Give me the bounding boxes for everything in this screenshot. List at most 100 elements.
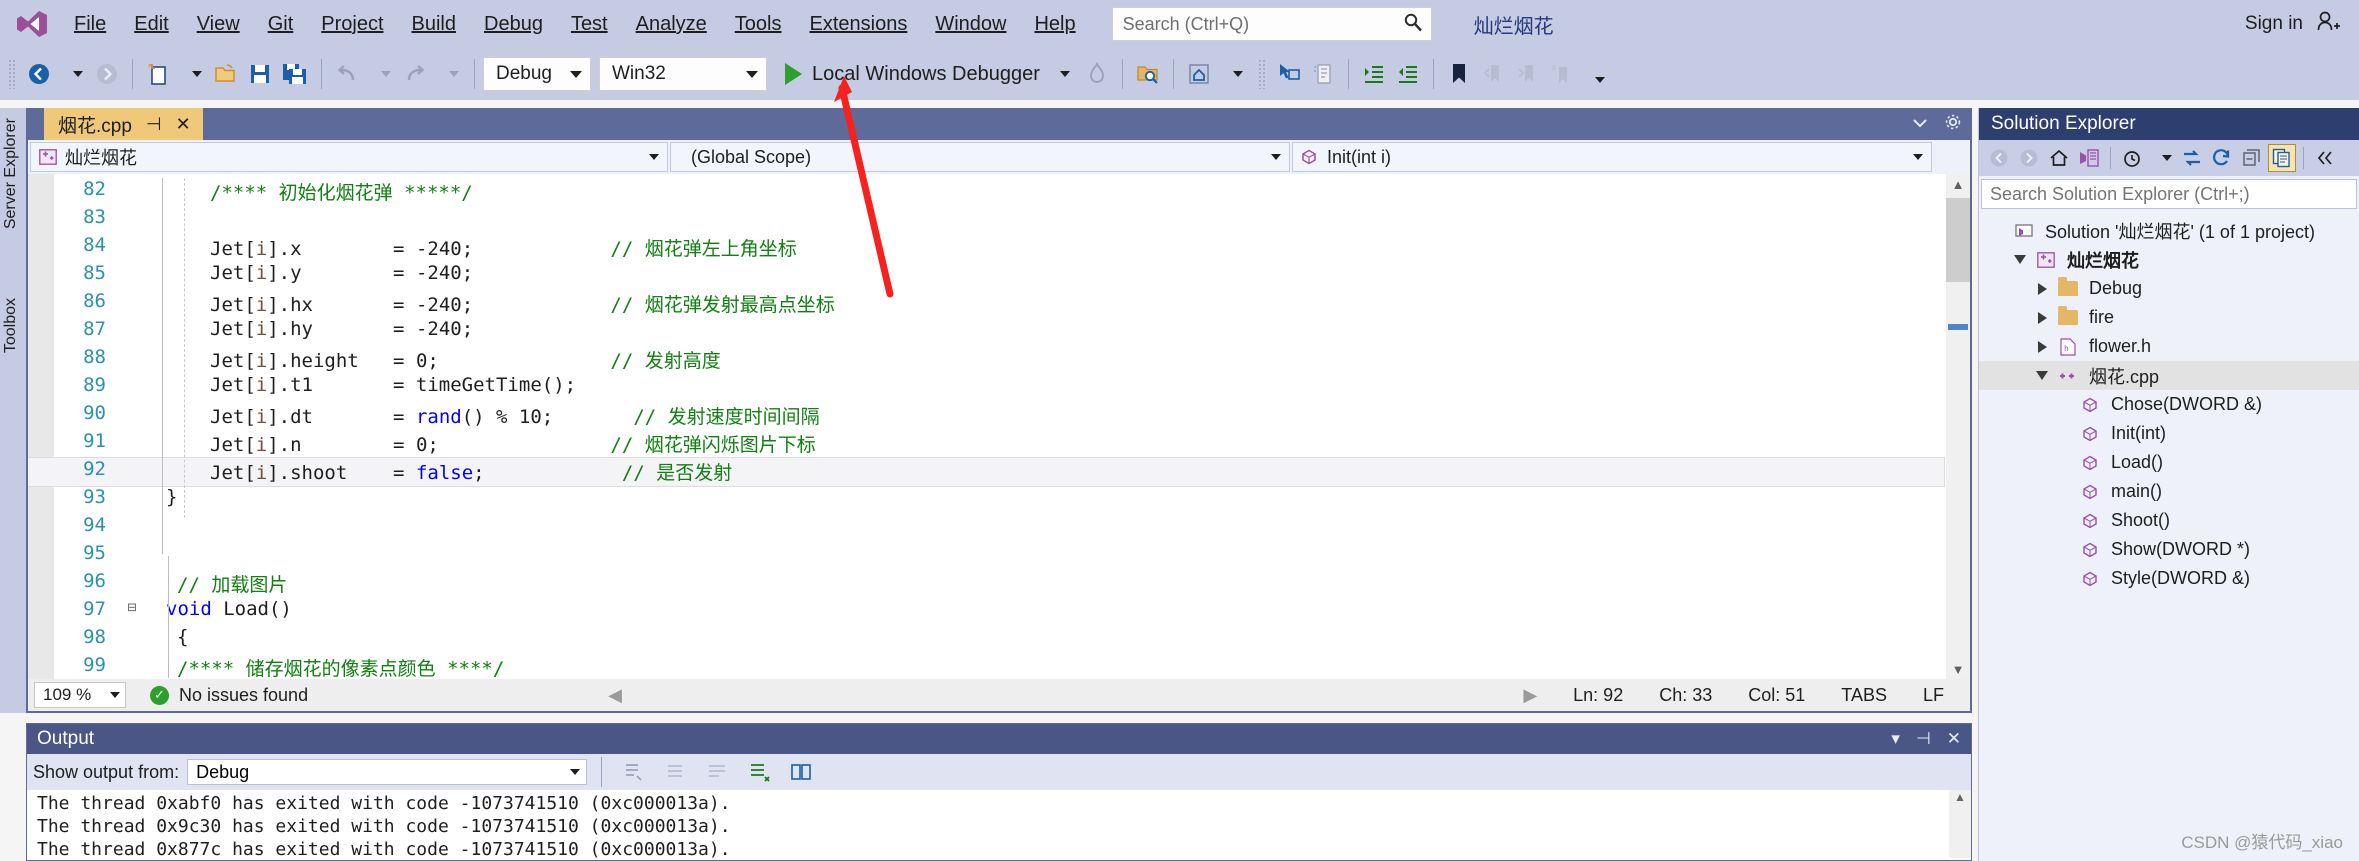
menu-help[interactable]: Help <box>1020 0 1089 48</box>
output-source-combo[interactable]: Debug <box>187 759 588 785</box>
tree-item--[interactable]: 灿烂烟花 <box>1979 245 2359 274</box>
code-line[interactable]: 97 ⊟ void Load() <box>28 598 1944 626</box>
code-line[interactable]: 86 Jet[i].hx = -240; // 烟花弹发射最高点坐标 <box>28 290 1944 318</box>
scroll-left-icon[interactable]: ◀ <box>608 685 622 706</box>
tree-item--cpp[interactable]: 烟花.cpp <box>1979 361 2359 390</box>
expanded-twisty-icon[interactable] <box>2031 371 2053 380</box>
document-tab-yanhua-cpp[interactable]: 烟花.cpp ⊣ ✕ <box>44 108 203 140</box>
server-explorer-tab[interactable]: Server Explorer <box>2 118 20 229</box>
code-line[interactable]: 99 /**** 储存烟花的像素点颜色 ****/ <box>28 654 1944 679</box>
toolbar-grip-2[interactable] <box>1257 59 1266 89</box>
search-input[interactable] <box>1122 13 1403 35</box>
navigate-back-icon[interactable] <box>22 55 56 93</box>
solution-home-dropdown[interactable] <box>1216 55 1250 93</box>
menu-build[interactable]: Build <box>398 0 470 48</box>
collapse-all-icon[interactable] <box>2238 144 2266 172</box>
pending-changes-dropdown[interactable] <box>2148 144 2176 172</box>
clear-pane-icon[interactable] <box>742 753 776 791</box>
hot-reload-icon[interactable] <box>1080 55 1114 93</box>
code-line[interactable]: 93} <box>28 486 1944 514</box>
next-bookmark-icon[interactable] <box>1510 55 1544 93</box>
redo-icon[interactable] <box>398 55 432 93</box>
save-all-icon[interactable] <box>277 55 313 93</box>
new-item-dropdown[interactable] <box>175 55 209 93</box>
scroll-up-icon[interactable]: ▲ <box>1946 174 1970 194</box>
tree-item-load-[interactable]: Load() <box>1979 448 2359 477</box>
collapse-pane-icon[interactable] <box>2311 144 2339 172</box>
redo-dropdown[interactable] <box>432 55 466 93</box>
toolbar-grip[interactable] <box>8 59 16 89</box>
increase-indent-icon[interactable] <box>1357 55 1391 93</box>
tree-item-solution-1-of-1-project-[interactable]: Solution '灿烂烟花' (1 of 1 project) <box>1979 216 2359 245</box>
menu-file[interactable]: File <box>60 0 120 48</box>
chevron-down-icon[interactable] <box>1912 115 1928 133</box>
forward-icon[interactable] <box>2015 144 2043 172</box>
close-icon[interactable]: ✕ <box>176 114 191 135</box>
output-panel-body[interactable]: The thread 0xabf0 has exited with code -… <box>27 790 1971 858</box>
solution-configuration-combo[interactable]: Debug <box>483 57 591 91</box>
code-line[interactable]: 98 { <box>28 626 1944 654</box>
toolbar-overflow-icon[interactable] <box>1578 55 1612 93</box>
sign-in-area[interactable]: Sign in <box>2245 0 2341 48</box>
menu-window[interactable]: Window <box>921 0 1020 48</box>
menu-project[interactable]: Project <box>307 0 397 48</box>
toolbox-tab[interactable]: Toolbox <box>2 298 20 353</box>
code-line[interactable]: 84 Jet[i].x = -240; // 烟花弹左上角坐标 <box>28 234 1944 262</box>
save-icon[interactable] <box>243 55 277 93</box>
code-line[interactable]: 90 Jet[i].dt = rand() % 10; // 发射速度时间间隔 <box>28 402 1944 430</box>
find-message-icon[interactable] <box>616 753 650 791</box>
code-editor[interactable]: 82 /**** 初始化烟花弹 *****/ 83 84 Jet[i].x = -240… <box>28 174 1970 679</box>
menu-view[interactable]: View <box>183 0 254 48</box>
scroll-down-icon[interactable]: ▼ <box>1946 659 1970 679</box>
member-combo[interactable]: Init(int i) <box>1292 142 1932 172</box>
close-icon[interactable]: ✕ <box>1947 729 1961 749</box>
comment-icon[interactable] <box>1306 55 1340 93</box>
find-in-files-icon[interactable] <box>1131 55 1165 93</box>
user-add-icon[interactable] <box>2315 10 2341 39</box>
pin-icon[interactable]: ⊣ <box>1916 729 1931 749</box>
tree-item-show-dword-[interactable]: Show(DWORD *) <box>1979 535 2359 564</box>
undo-dropdown[interactable] <box>364 55 398 93</box>
start-debugging-button[interactable]: Local Windows Debugger <box>775 54 1080 94</box>
properties-window-icon[interactable] <box>2268 144 2296 172</box>
navigate-forward-icon[interactable] <box>90 55 124 93</box>
tree-item-flower-h[interactable]: h flower.h <box>1979 332 2359 361</box>
new-item-icon[interactable] <box>141 55 175 93</box>
solution-home-icon[interactable] <box>1182 55 1216 93</box>
menu-test[interactable]: Test <box>557 0 622 48</box>
code-line[interactable]: 88 Jet[i].height = 0; // 发射高度 <box>28 346 1944 374</box>
back-icon[interactable] <box>1985 144 2013 172</box>
issues-indicator[interactable]: ✓ No issues found <box>150 685 308 706</box>
menu-git[interactable]: Git <box>254 0 308 48</box>
undo-icon[interactable] <box>330 55 364 93</box>
solution-search-input[interactable] <box>1990 183 2348 205</box>
previous-bookmark-icon[interactable] <box>1476 55 1510 93</box>
tree-item-init-int-[interactable]: Init(int) <box>1979 419 2359 448</box>
collapsed-twisty-icon[interactable] <box>2031 311 2053 324</box>
code-line[interactable]: 96 // 加载图片 <box>28 570 1944 598</box>
collapsed-twisty-icon[interactable] <box>2031 340 2053 353</box>
tree-item-debug[interactable]: Debug <box>1979 274 2359 303</box>
quick-launch-search[interactable] <box>1111 7 1432 41</box>
expanded-twisty-icon[interactable] <box>2009 255 2031 264</box>
bookmark-icon[interactable] <box>1442 55 1476 93</box>
code-line[interactable]: 95 <box>28 542 1944 570</box>
pointer-icon[interactable] <box>1272 55 1306 93</box>
code-line[interactable]: 92 Jet[i].shoot = false; // 是否发射 <box>28 457 1945 487</box>
code-line[interactable]: 91 Jet[i].n = 0; // 烟花弹闪烁图片下标 <box>28 430 1944 458</box>
navigate-back-dropdown[interactable] <box>56 55 90 93</box>
clear-bookmarks-icon[interactable]: x <box>1544 55 1578 93</box>
scrollbar-thumb[interactable] <box>1946 198 1970 282</box>
tree-item-fire[interactable]: fire <box>1979 303 2359 332</box>
menu-analyze[interactable]: Analyze <box>622 0 721 48</box>
sync-icon[interactable] <box>2178 144 2206 172</box>
code-line[interactable]: 83 <box>28 206 1944 234</box>
open-file-icon[interactable] <box>209 55 243 93</box>
home-icon[interactable] <box>2045 144 2073 172</box>
code-line[interactable]: 87 Jet[i].hy = -240; <box>28 318 1944 346</box>
zoom-level-combo[interactable]: 109 % <box>34 682 126 708</box>
code-line[interactable]: 94 <box>28 514 1944 542</box>
fold-toggle-icon[interactable]: ⊟ <box>120 598 144 616</box>
solution-explorer-search[interactable] <box>1981 179 2357 209</box>
project-scope-combo[interactable]: 灿烂烟花 <box>30 142 668 172</box>
